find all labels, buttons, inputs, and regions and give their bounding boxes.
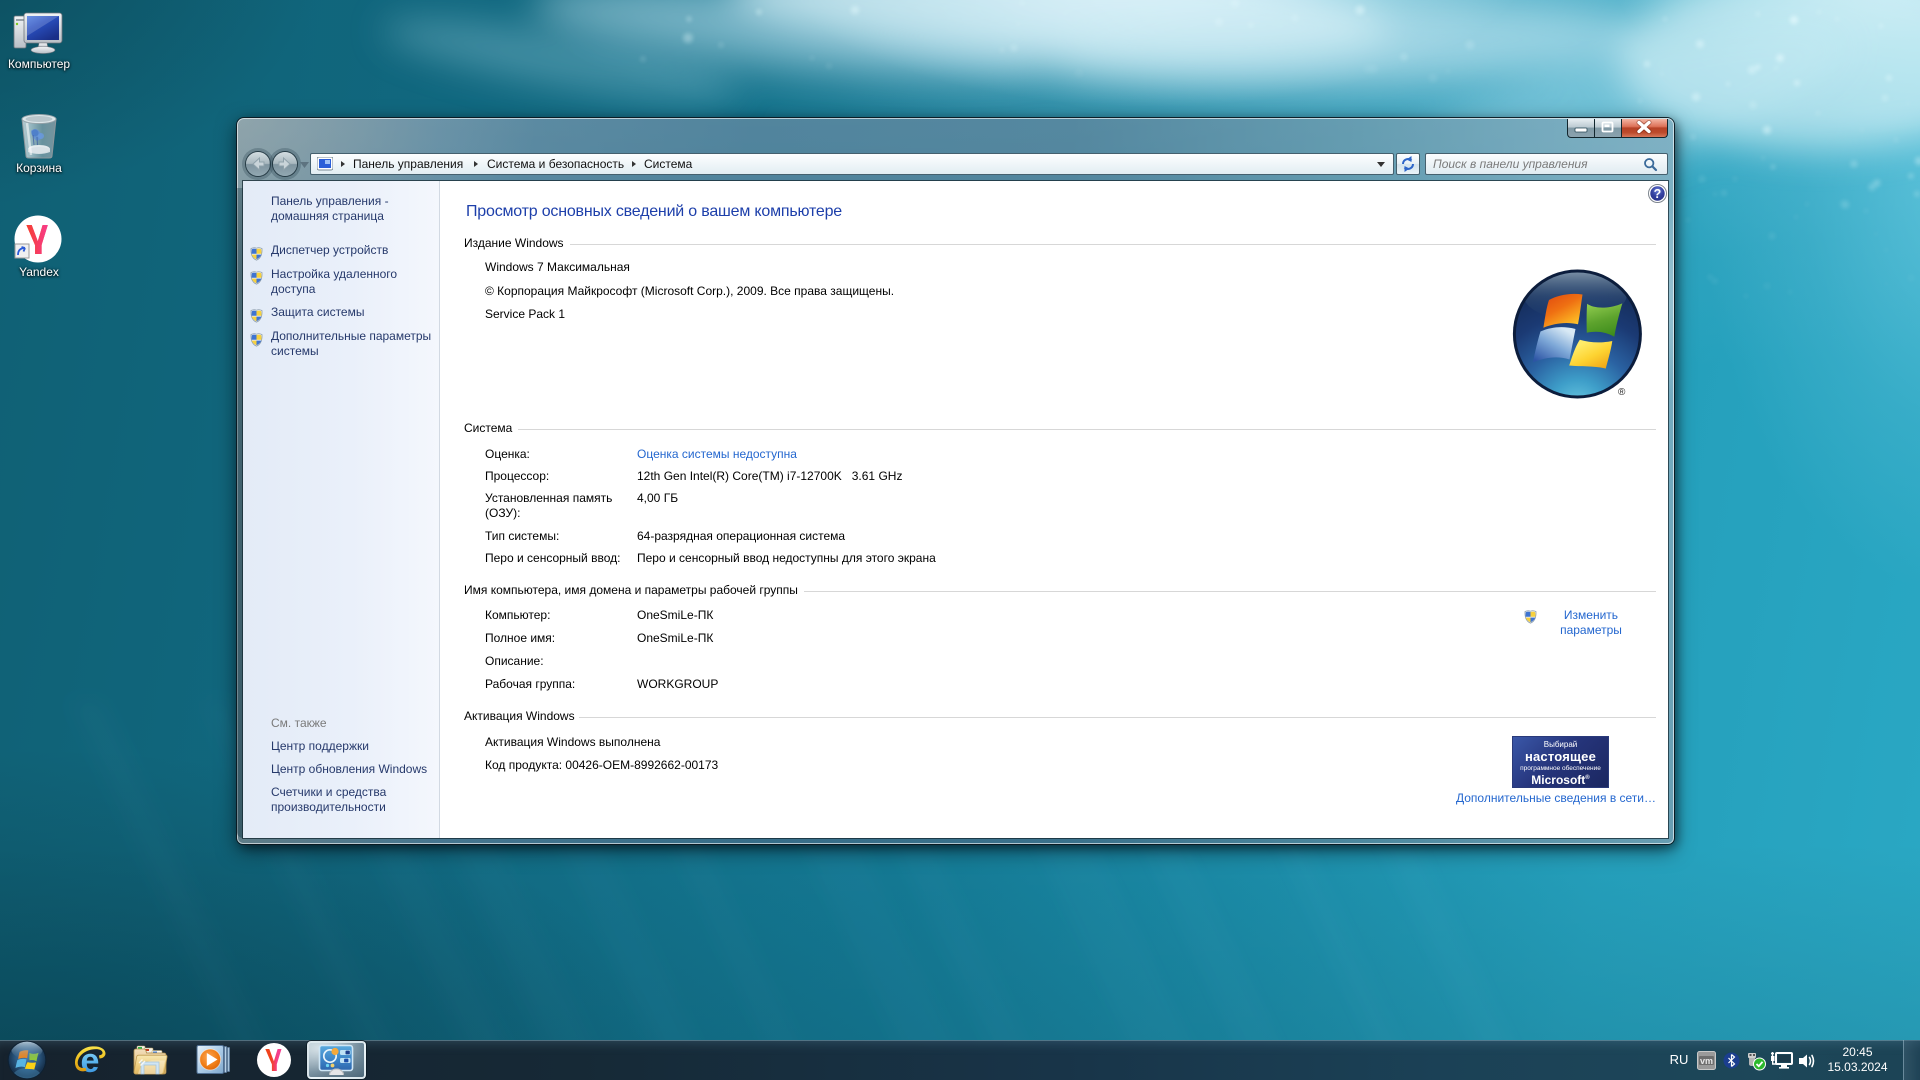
svg-text:?: ?	[1654, 187, 1662, 201]
svg-text:vm: vm	[1700, 1056, 1713, 1066]
svg-text:®: ®	[1618, 387, 1626, 398]
